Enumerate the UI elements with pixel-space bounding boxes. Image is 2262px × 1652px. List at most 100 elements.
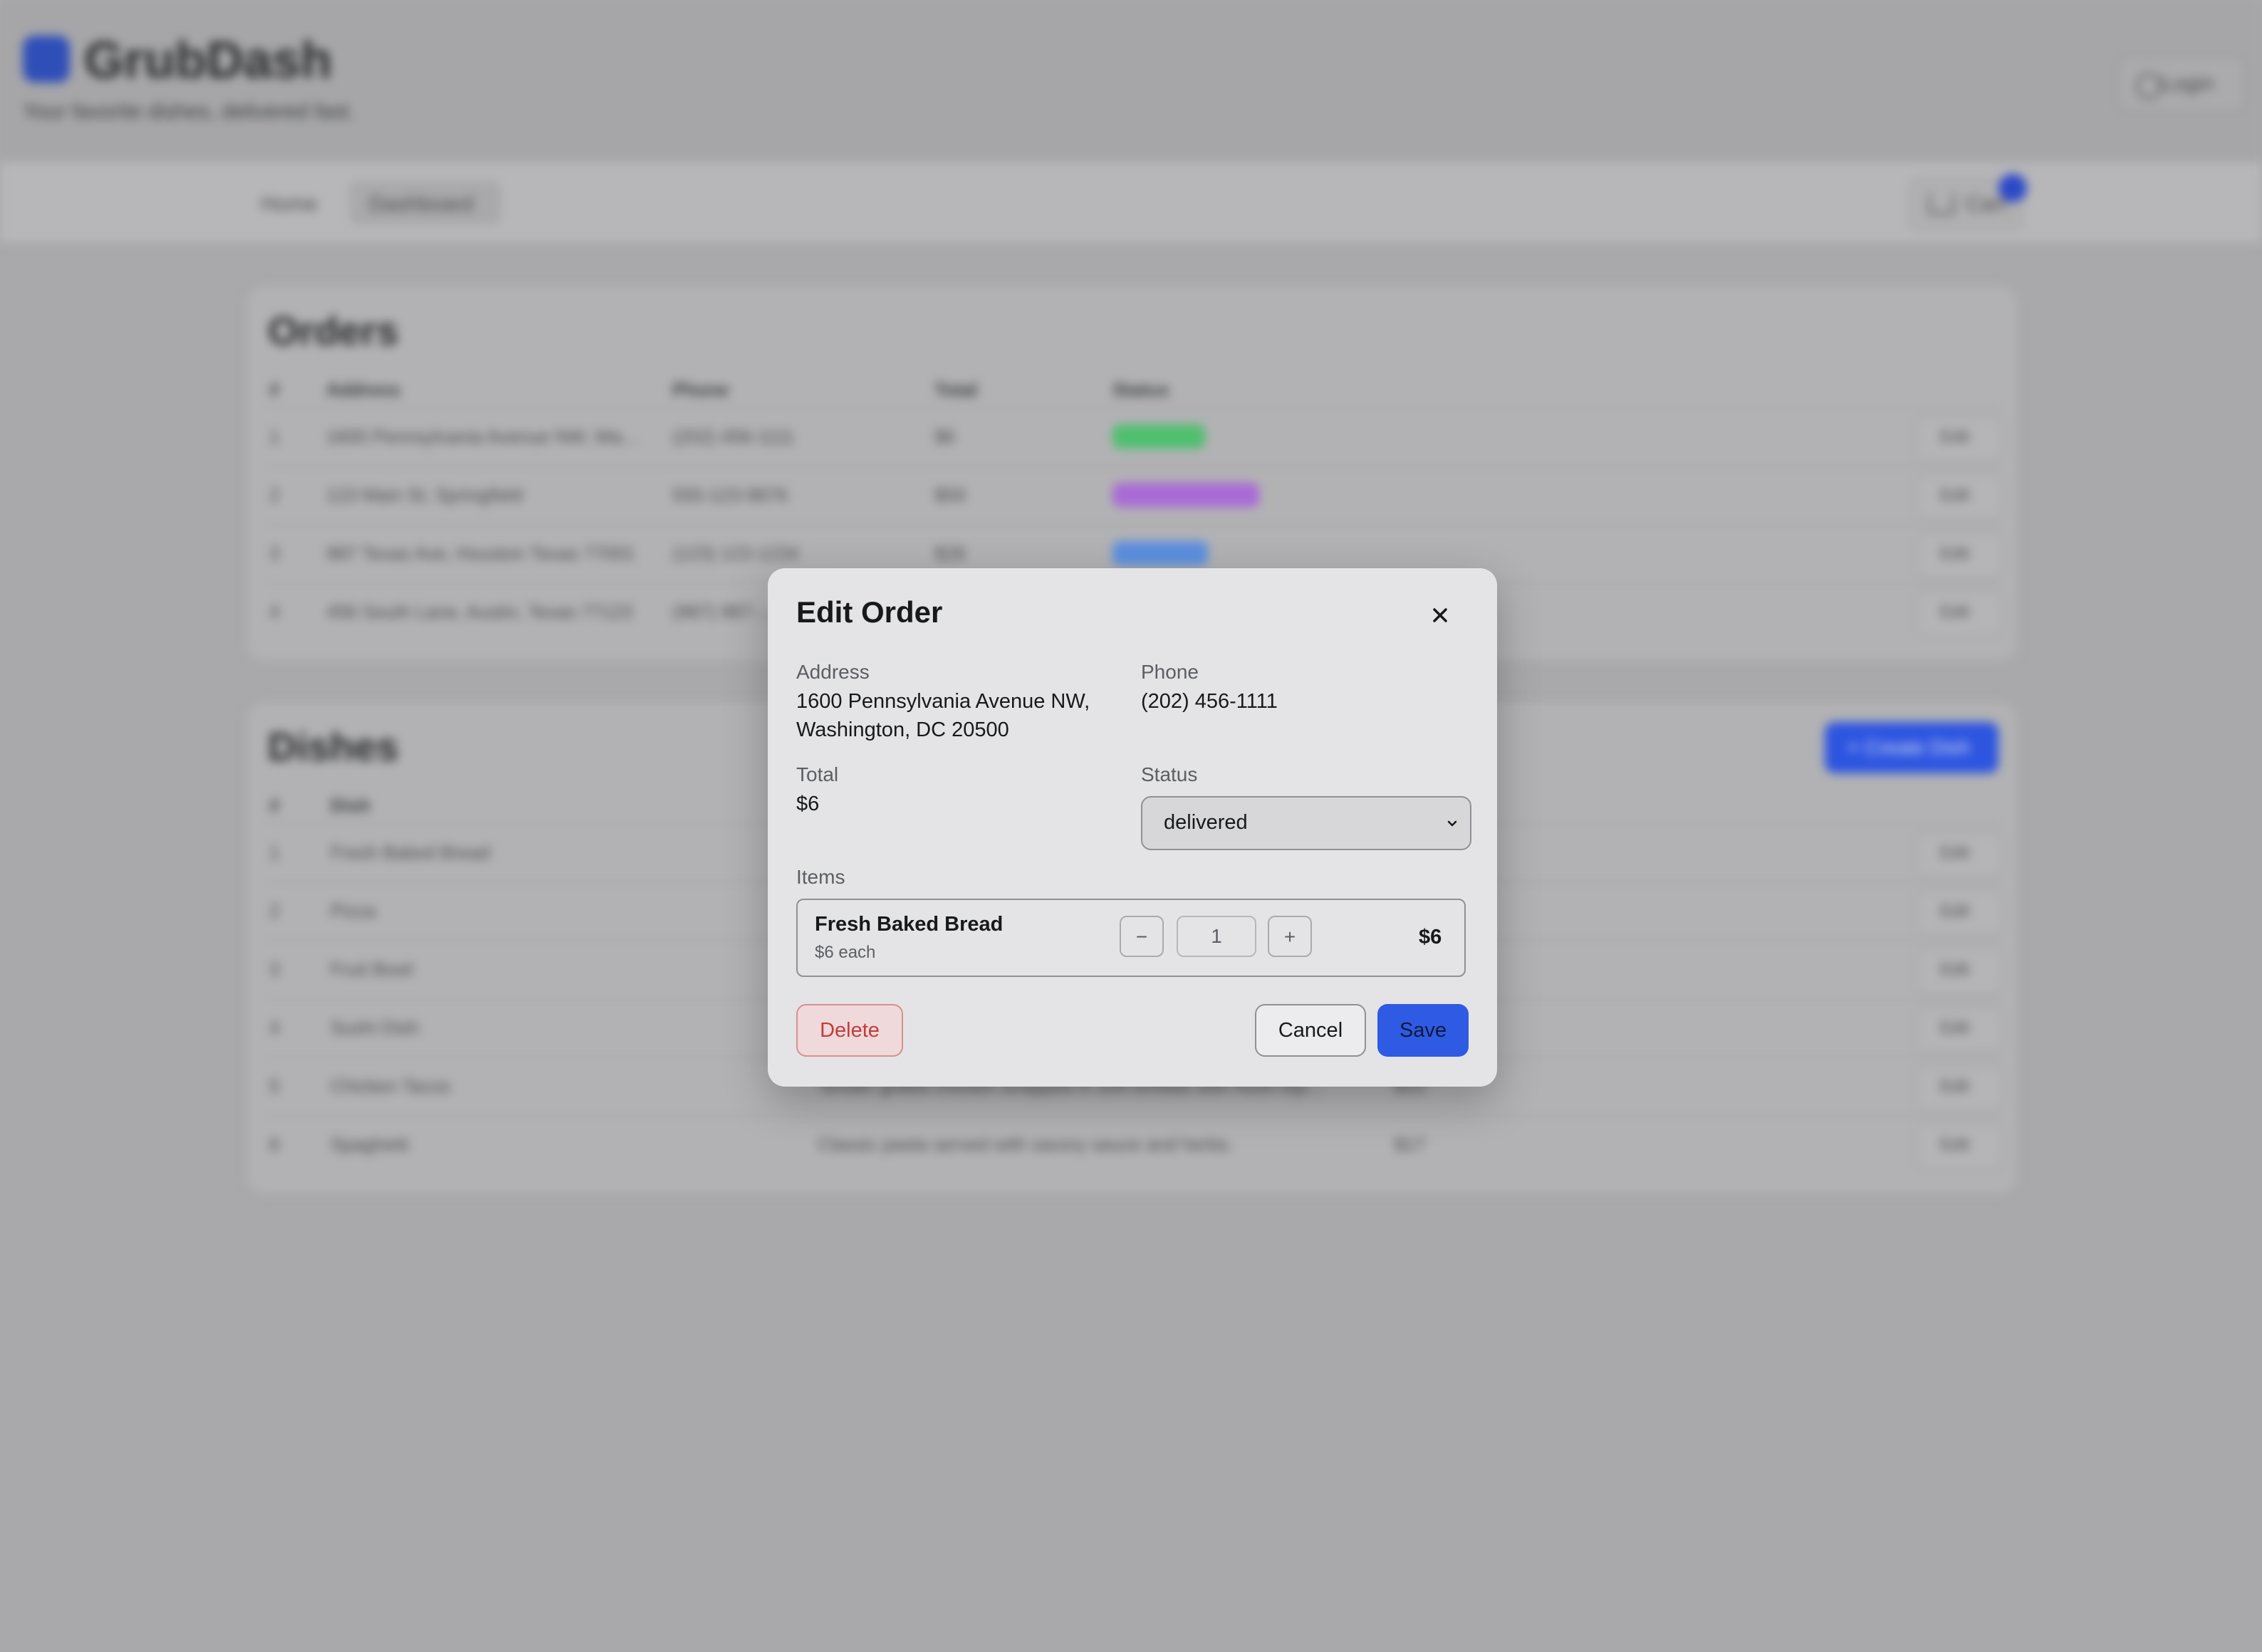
- orders-col-status: Status: [1112, 379, 1169, 400]
- dish-name: Spaghetti: [330, 1134, 409, 1155]
- orders-col-phone: Phone: [672, 379, 729, 400]
- order-num: 1: [269, 426, 280, 447]
- list-item: Fresh Baked Bread $6 each − 1 + $6: [796, 899, 1466, 977]
- dish-num: 6: [269, 1134, 280, 1155]
- orders-col-total: Total: [934, 379, 978, 400]
- modal-title: Edit Order: [796, 595, 943, 629]
- order-total: $6: [934, 426, 955, 447]
- table-row: 6 Spaghetti Classic pasta served with sa…: [265, 1115, 2003, 1173]
- dish-num: 5: [269, 1075, 280, 1097]
- address-line-1: 1600 Pennsylvania Avenue NW,: [796, 690, 1090, 713]
- status-badge: [1112, 541, 1208, 565]
- site-header: GrubDash Your favorite dishes, delivered…: [0, 0, 2262, 162]
- edit-label: Edit: [1940, 1077, 1970, 1096]
- orders-col-num: #: [269, 379, 280, 400]
- cart-icon: [1929, 194, 1954, 214]
- edit-label: Edit: [1940, 544, 1970, 563]
- edit-dish-button[interactable]: Edit: [1916, 948, 2003, 994]
- login-button[interactable]: Login: [2117, 56, 2246, 113]
- nav-dashboard-link[interactable]: Dashboard: [349, 181, 501, 225]
- tagline: Your favorite dishes, delivered fast.: [23, 100, 355, 123]
- dishes-col-num: #: [269, 795, 280, 816]
- edit-label: Edit: [1940, 843, 1970, 862]
- status-badge: [1112, 424, 1205, 449]
- item-total: $6: [1419, 926, 1442, 948]
- edit-label: Edit: [1940, 602, 1970, 622]
- order-num: 2: [269, 484, 280, 506]
- dishes-title: Dishes: [268, 724, 399, 769]
- edit-label: Edit: [1940, 1018, 1970, 1037]
- dish-name: Fresh Baked Bread: [330, 842, 491, 863]
- order-address: 456 South Lane, Austin, Texas 77123: [326, 601, 633, 622]
- create-dish-button[interactable]: + Create Dish: [1825, 722, 1998, 773]
- quantity-input[interactable]: 1: [1177, 916, 1256, 957]
- address-label: Address: [796, 661, 870, 683]
- dish-name: Chicken Tacos: [330, 1075, 451, 1097]
- increment-button[interactable]: +: [1268, 916, 1312, 957]
- cart-label: Cart: [1966, 192, 2006, 216]
- dish-name: Sushi Dish: [330, 1017, 419, 1038]
- dish-description: Classic pasta served with savory sauce a…: [818, 1134, 1234, 1155]
- address-line-2: Washington, DC 20500: [796, 718, 1009, 741]
- edit-label: Edit: [1940, 1135, 1970, 1154]
- table-row: 2 123 Main St, Springfield 555-123-9876 …: [265, 466, 2003, 524]
- dishes-col-dish: Dish: [330, 795, 371, 816]
- cancel-button[interactable]: Cancel: [1255, 1004, 1366, 1057]
- login-label: Login: [2162, 72, 2214, 95]
- edit-dish-button[interactable]: Edit: [1916, 1007, 2003, 1052]
- dish-price: $17: [1395, 1134, 1426, 1155]
- edit-dish-button[interactable]: Edit: [1916, 1065, 2003, 1111]
- chevron-down-icon: [1447, 820, 1457, 827]
- edit-order-button[interactable]: Edit: [1916, 474, 2003, 520]
- dish-num: 3: [269, 958, 280, 980]
- edit-dish-button[interactable]: Edit: [1916, 1124, 2003, 1169]
- edit-label: Edit: [1940, 960, 1970, 979]
- create-dish-label: + Create Dish: [1847, 736, 1970, 758]
- status-select[interactable]: delivered: [1141, 796, 1471, 850]
- phone-value: (202) 456-1111: [1141, 690, 1278, 713]
- brand-name: GrubDash: [84, 32, 333, 89]
- edit-order-button[interactable]: Edit: [1916, 533, 2003, 578]
- save-button[interactable]: Save: [1377, 1004, 1469, 1057]
- item-unit-price: $6 each: [815, 943, 876, 962]
- phone-label: Phone: [1141, 661, 1199, 683]
- decrement-button[interactable]: −: [1120, 916, 1164, 957]
- nav-home-link[interactable]: Home: [261, 192, 318, 216]
- items-label: Items: [796, 866, 845, 888]
- order-num: 4: [269, 601, 280, 622]
- dish-num: 2: [269, 900, 280, 921]
- total-value: $6: [796, 793, 820, 815]
- total-label: Total: [796, 763, 839, 785]
- close-icon: [1433, 608, 1447, 622]
- order-address: 987 Texas Ave, Houston Texas 77001: [326, 543, 635, 564]
- order-phone: (202) 456-1111: [672, 426, 796, 447]
- edit-order-modal: Edit Order Address 1600 Pennsylvania Ave…: [768, 568, 1497, 1087]
- user-icon: [2136, 73, 2162, 99]
- close-button[interactable]: [1423, 598, 1457, 632]
- dish-num: 1: [269, 842, 280, 863]
- orders-title: Orders: [268, 308, 399, 353]
- table-row: 1 1600 Pennsylvania Avenue NW, Wa... (20…: [265, 407, 2003, 466]
- dish-name: Fruit Bowl: [330, 958, 413, 980]
- edit-dish-button[interactable]: Edit: [1916, 890, 2003, 936]
- delete-button[interactable]: Delete: [796, 1004, 903, 1057]
- bag-icon: [23, 36, 70, 83]
- order-address: 1600 Pennsylvania Avenue NW, Wa...: [326, 426, 637, 447]
- order-address: 123 Main St, Springfield: [326, 484, 523, 506]
- edit-order-button[interactable]: Edit: [1916, 416, 2003, 461]
- status-selected-value: delivered: [1164, 811, 1248, 834]
- dish-name: Pizza: [330, 900, 376, 921]
- edit-order-button[interactable]: Edit: [1916, 591, 2003, 637]
- edit-label: Edit: [1940, 486, 1970, 505]
- nav-dashboard-label: Dashboard: [369, 192, 474, 216]
- order-phone: (123) 123-1234: [672, 543, 799, 564]
- order-phone: 555-123-9876: [672, 484, 788, 506]
- order-total: $28: [934, 543, 966, 564]
- edit-dish-button[interactable]: Edit: [1916, 832, 2003, 877]
- nav-bar: Home Dashboard Cart: [0, 162, 2262, 242]
- orders-col-address: Address: [326, 379, 401, 400]
- cart-badge: [1998, 174, 2027, 202]
- order-total: $59: [934, 484, 966, 506]
- order-phone: (987) 987-...: [672, 601, 773, 622]
- order-num: 3: [269, 543, 280, 564]
